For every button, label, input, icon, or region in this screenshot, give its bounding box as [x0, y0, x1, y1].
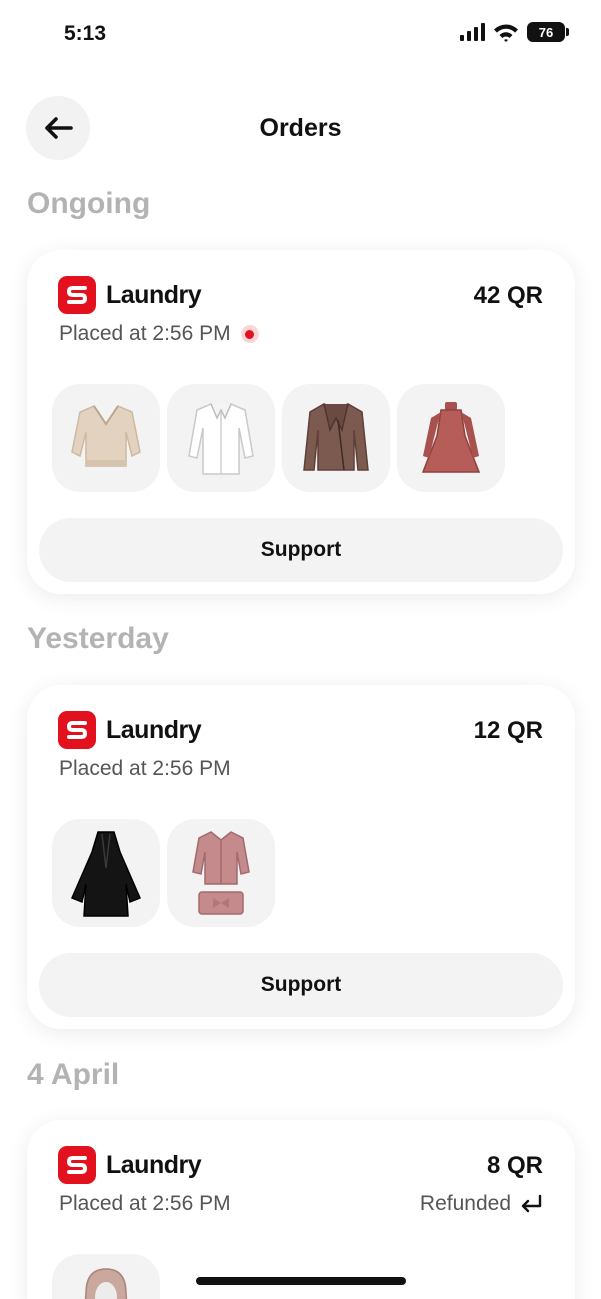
support-button[interactable]: Support	[39, 518, 563, 582]
abaya-icon	[52, 819, 160, 927]
brand-name: Laundry	[106, 715, 202, 744]
order-placed-row: Placed at 2:56 PM	[59, 322, 259, 346]
home-indicator[interactable]	[196, 1277, 406, 1285]
order-items	[52, 1254, 160, 1299]
order-price: 42 QR	[473, 282, 543, 309]
wifi-icon	[494, 24, 518, 42]
return-arrow-icon	[521, 1194, 542, 1213]
section-heading-4-april: 4 April	[27, 1058, 120, 1091]
order-items	[52, 819, 275, 927]
sweater-icon	[52, 384, 160, 492]
header: Orders	[0, 96, 601, 160]
brand-name: Laundry	[106, 280, 202, 309]
order-price: 12 QR	[473, 717, 543, 744]
status-icons: 76	[460, 22, 569, 42]
order-placed-time: Placed at 2:56 PM	[59, 757, 231, 780]
white-shirt-icon	[167, 384, 275, 492]
order-items	[52, 384, 505, 492]
order-card-ongoing[interactable]: Laundry 42 QR Placed at 2:56 PM Support	[27, 250, 575, 594]
status-time: 5:13	[64, 22, 107, 45]
order-placed-time: Placed at 2:56 PM	[59, 322, 231, 345]
dress-icon	[397, 384, 505, 492]
order-brand: Laundry	[58, 711, 202, 749]
laundry-logo-icon	[58, 711, 96, 749]
refund-status: Refunded	[420, 1192, 543, 1216]
order-card-yesterday[interactable]: Laundry 12 QR Placed at 2:56 PM Support	[27, 685, 575, 1029]
laundry-logo-icon	[58, 1146, 96, 1184]
support-button[interactable]: Support	[39, 953, 563, 1017]
hijab-icon	[52, 1254, 160, 1299]
pajama-set-icon	[167, 819, 275, 927]
status-bar: 5:13 76	[0, 0, 601, 70]
battery-icon: 76	[527, 22, 569, 42]
page-title: Orders	[259, 114, 342, 142]
order-brand: Laundry	[58, 1146, 202, 1184]
order-price: 8 QR	[486, 1152, 543, 1179]
leather-jacket-icon	[282, 384, 390, 492]
brand-name: Laundry	[106, 1150, 202, 1179]
section-heading-yesterday: Yesterday	[27, 622, 169, 655]
order-placed-row: Placed at 2:56 PM	[59, 757, 231, 781]
order-placed-time: Placed at 2:56 PM	[59, 1192, 231, 1215]
order-card-4-april[interactable]: Laundry 8 QR Placed at 2:56 PM Refunded	[27, 1120, 575, 1299]
section-heading-ongoing: Ongoing	[27, 187, 151, 220]
live-status-dot-icon	[240, 325, 259, 343]
laundry-logo-icon	[58, 276, 96, 314]
cellular-signal-icon	[460, 23, 485, 41]
order-placed-row: Placed at 2:56 PM	[59, 1192, 231, 1216]
battery-level: 76	[527, 22, 565, 42]
refund-status-label: Refunded	[419, 1192, 511, 1215]
order-brand: Laundry	[58, 276, 202, 314]
